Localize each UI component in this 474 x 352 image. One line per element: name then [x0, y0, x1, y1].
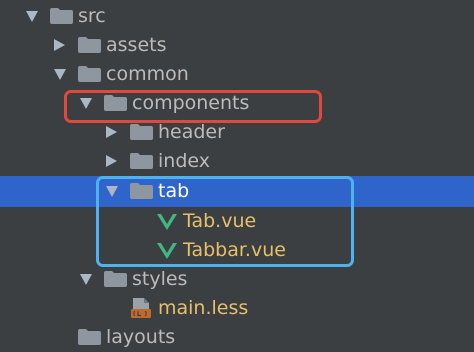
chevron-down-icon[interactable]: [26, 11, 38, 22]
tree-item-styles[interactable]: styles: [0, 265, 474, 294]
tree-item-index[interactable]: index: [0, 147, 474, 176]
tree-item-common[interactable]: common: [0, 60, 474, 89]
less-file-icon: [130, 297, 152, 319]
tree-item-label: index: [158, 150, 210, 172]
folder-icon: [104, 271, 127, 287]
tree-item-label: src: [78, 5, 106, 27]
tree-item-label: assets: [106, 34, 167, 56]
tree-item-label: styles: [132, 268, 188, 290]
folder-icon: [78, 66, 101, 82]
tree-item-assets[interactable]: assets: [0, 31, 474, 60]
chevron-right-icon[interactable]: [54, 39, 65, 51]
tree-item-label: main.less: [158, 297, 249, 319]
chevron-right-icon[interactable]: [106, 126, 117, 138]
tree-item-label: layouts: [106, 326, 176, 348]
annotation-blue-outline: [96, 176, 354, 267]
annotation-red-outline: [64, 90, 322, 123]
tree-item-label: common: [106, 63, 189, 85]
folder-icon: [130, 124, 153, 140]
project-tree: src assets common components header inde…: [0, 0, 474, 348]
folder-icon: [50, 8, 73, 24]
chevron-down-icon[interactable]: [80, 274, 92, 285]
tree-item-src[interactable]: src: [0, 2, 474, 31]
chevron-right-icon[interactable]: [106, 155, 117, 167]
folder-icon: [78, 329, 101, 345]
folder-icon: [78, 37, 101, 53]
tree-item-layouts[interactable]: layouts: [0, 323, 474, 352]
chevron-down-icon[interactable]: [54, 69, 66, 80]
folder-icon: [130, 153, 153, 169]
tree-item-main-less[interactable]: main.less: [0, 294, 474, 323]
